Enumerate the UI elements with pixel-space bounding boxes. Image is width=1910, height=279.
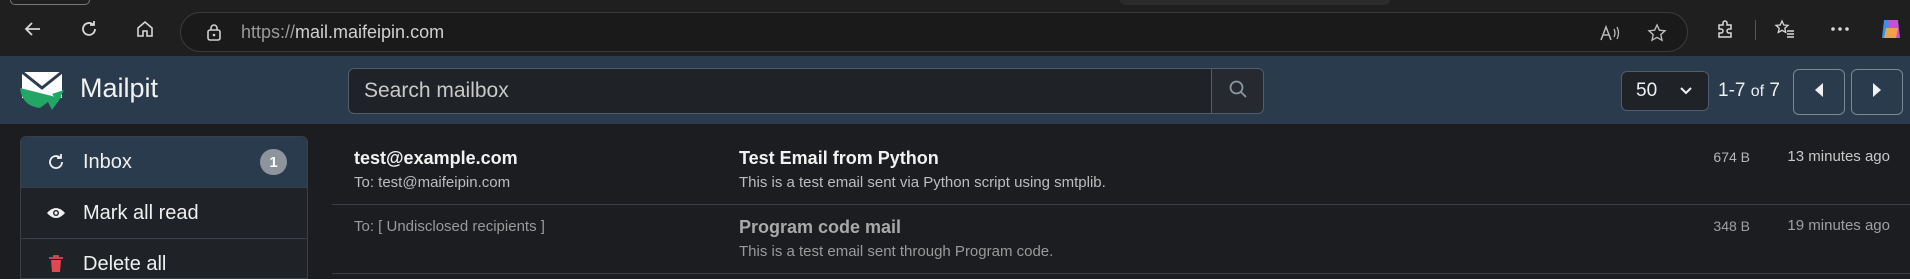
- sidebar-item-delete-all[interactable]: Delete all: [21, 239, 307, 278]
- copilot-icon[interactable]: [1876, 14, 1906, 44]
- message-age: 13 minutes ago: [1787, 148, 1890, 165]
- favorites-bar-icon[interactable]: [1770, 14, 1800, 44]
- tab-edge: [10, 0, 90, 5]
- eye-icon: [41, 206, 71, 220]
- sidebar-item-mark-all-read[interactable]: Mark all read: [21, 188, 307, 239]
- tab-edge: [1120, 0, 1390, 5]
- message-size: 348 B: [1713, 218, 1750, 234]
- range-start: 1-7: [1718, 80, 1746, 101]
- back-icon[interactable]: [18, 14, 48, 44]
- home-icon[interactable]: [130, 14, 160, 44]
- refresh-icon[interactable]: [74, 14, 104, 44]
- lock-icon[interactable]: [203, 23, 225, 41]
- pagination-range: 1-7 of 7: [1718, 80, 1780, 102]
- url-host: mail.maifeipin.com: [295, 21, 445, 42]
- message-snippet: This is a test email sent via Python scr…: [739, 174, 1106, 191]
- more-icon[interactable]: [1825, 14, 1855, 44]
- address-bar[interactable]: https://mail.maifeipin.com: [180, 12, 1688, 52]
- message-to: To: test@maifeipin.com: [354, 174, 511, 191]
- search-input[interactable]: [349, 69, 1211, 113]
- message-from: test@example.com: [354, 148, 518, 168]
- message-size: 674 B: [1713, 149, 1750, 165]
- trash-icon: [41, 255, 71, 273]
- message-subject: Program code mail: [739, 217, 902, 237]
- message-snippet: This is a test email sent through Progra…: [739, 243, 1054, 260]
- unread-count-badge: 1: [260, 149, 287, 175]
- sidebar-item-label: Mark all read: [83, 201, 199, 224]
- chevron-down-icon: [1678, 82, 1694, 104]
- search-box: [348, 68, 1264, 114]
- url-text[interactable]: https://mail.maifeipin.com: [241, 22, 444, 43]
- previous-page-button[interactable]: [1793, 69, 1845, 115]
- sidebar-item-label: Inbox: [83, 150, 132, 173]
- toolbar-divider: [1755, 20, 1756, 40]
- search-button[interactable]: [1211, 69, 1263, 113]
- per-page-select[interactable]: 50: [1621, 71, 1709, 111]
- favorite-icon[interactable]: [1646, 22, 1668, 44]
- app-header: Mailpit 50 1-7 of 7: [0, 56, 1910, 124]
- read-aloud-icon[interactable]: [1599, 22, 1621, 44]
- browser-toolbar: https://mail.maifeipin.com: [0, 0, 1910, 56]
- url-protocol: https://: [241, 21, 296, 42]
- caret-left-icon: [1812, 81, 1826, 104]
- refresh-icon: [41, 153, 71, 171]
- next-page-button[interactable]: [1851, 69, 1903, 115]
- sidebar-menu: Inbox 1 Mark all read Delete all: [20, 136, 308, 279]
- sidebar-item-inbox[interactable]: Inbox 1: [21, 137, 307, 188]
- message-row[interactable]: test@example.com To: test@maifeipin.com …: [332, 136, 1910, 205]
- message-to: To: [ Undisclosed recipients ]: [354, 218, 545, 235]
- mailpit-logo-icon[interactable]: [18, 66, 68, 112]
- sidebar-item-label: Delete all: [83, 252, 167, 275]
- range-total: 7: [1769, 80, 1780, 101]
- message-subject: Test Email from Python: [739, 148, 939, 168]
- caret-right-icon: [1870, 81, 1884, 104]
- message-age: 19 minutes ago: [1787, 217, 1890, 234]
- per-page-value: 50: [1636, 80, 1658, 101]
- brand-name[interactable]: Mailpit: [80, 73, 158, 104]
- extensions-icon[interactable]: [1710, 14, 1740, 44]
- message-row[interactable]: To: [ Undisclosed recipients ] Program c…: [332, 205, 1910, 274]
- range-of: of: [1750, 83, 1765, 100]
- message-list: test@example.com To: test@maifeipin.com …: [332, 136, 1910, 274]
- search-icon: [1228, 79, 1248, 104]
